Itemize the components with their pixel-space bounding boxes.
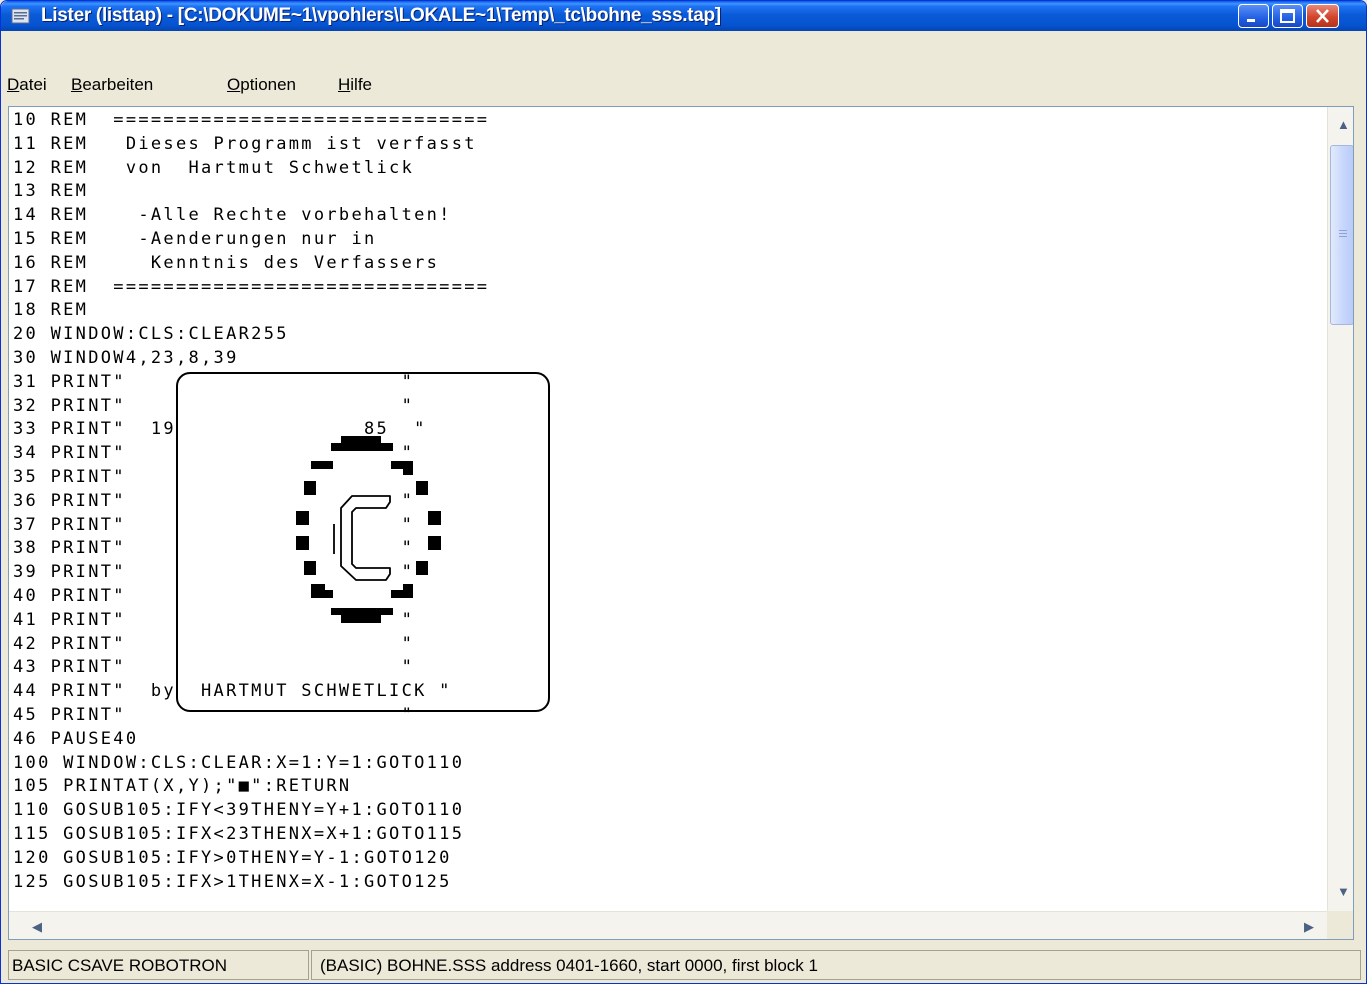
- window-title: Lister (listtap) - [C:\DOKUME~1\vpohlers…: [41, 5, 721, 26]
- listing-line: 14 REM -Alle Rechte vorbehalten!: [13, 205, 452, 226]
- menu-datei[interactable]: Datei: [7, 75, 47, 95]
- title-bar[interactable]: Lister (listtap) - [C:\DOKUME~1\vpohlers…: [1, 1, 1366, 31]
- listing-line: 115 GOSUB105:IFX<23THENX=X+1:GOTO115: [13, 823, 465, 844]
- listing-line: 120 GOSUB105:IFY>0THENY=Y-1:GOTO120: [13, 847, 452, 868]
- listing-line: 125 GOSUB105:IFX>1THENX=X-1:GOTO125: [13, 871, 452, 892]
- scroll-up-icon[interactable]: ▲: [1337, 118, 1350, 131]
- robotron-bean-logo: [296, 436, 441, 623]
- scroll-down-icon[interactable]: ▼: [1337, 885, 1350, 898]
- listing-line: 13 REM: [13, 181, 89, 202]
- close-button[interactable]: [1306, 4, 1339, 28]
- maximize-button[interactable]: [1272, 4, 1303, 28]
- menu-optionen[interactable]: Optionen: [227, 75, 296, 95]
- listing-line: 11 REM Dieses Programm ist verfasst: [13, 133, 477, 154]
- close-icon: [1316, 9, 1329, 23]
- listing-view[interactable]: 10 REM ============================== 11…: [8, 106, 1354, 940]
- minimize-icon: [1247, 19, 1255, 22]
- status-bar: BASIC CSAVE ROBOTRON (BASIC) BOHNE.SSS a…: [8, 947, 1361, 983]
- menu-bar: Datei Bearbeiten Optionen Hilfe: [1, 69, 1366, 101]
- listing-line: 110 GOSUB105:IFY<39THENY=Y+1:GOTO110: [13, 800, 465, 821]
- minimize-button[interactable]: [1238, 4, 1269, 28]
- listing-line: 18 REM: [13, 300, 89, 321]
- vertical-scroll-thumb[interactable]: [1330, 145, 1353, 325]
- menu-hilfe[interactable]: Hilfe: [338, 75, 372, 95]
- listing-line: 30 WINDOW4,23,8,39: [13, 347, 239, 368]
- status-info: (BASIC) BOHNE.SSS address 0401-1660, sta…: [311, 950, 1361, 980]
- lister-window: Lister (listtap) - [C:\DOKUME~1\vpohlers…: [0, 0, 1367, 984]
- listing-line: 16 REM Kenntnis des Verfassers: [13, 252, 440, 273]
- scrollbar-corner: [1327, 911, 1353, 939]
- listing-line: 10 REM ==============================: [13, 110, 490, 130]
- listing-line: 15 REM -Aenderungen nur in: [13, 228, 377, 249]
- scroll-left-icon[interactable]: ◀: [32, 920, 42, 933]
- listing-line: 100 WINDOW:CLS:CLEAR:X=1:Y=1:GOTO110: [13, 752, 465, 773]
- listing-line: 12 REM von Hartmut Schwetlick: [13, 157, 415, 178]
- maximize-icon: [1280, 9, 1295, 23]
- horizontal-scrollbar[interactable]: ◀ ▶: [9, 911, 1327, 939]
- scroll-right-icon[interactable]: ▶: [1304, 920, 1314, 933]
- status-format: BASIC CSAVE ROBOTRON: [8, 950, 309, 980]
- listing-line: 105 PRINTAT(X,Y);"■":RETURN: [13, 776, 352, 797]
- listing-line: 46 PAUSE40: [13, 728, 139, 749]
- vertical-scrollbar[interactable]: ▲ ▼: [1327, 107, 1353, 911]
- menu-bearbeiten[interactable]: Bearbeiten: [71, 75, 153, 95]
- listing-line: 20 WINDOW:CLS:CLEAR255: [13, 324, 289, 345]
- lister-app-icon: [11, 8, 30, 24]
- listing-line: 17 REM ==============================: [13, 276, 490, 297]
